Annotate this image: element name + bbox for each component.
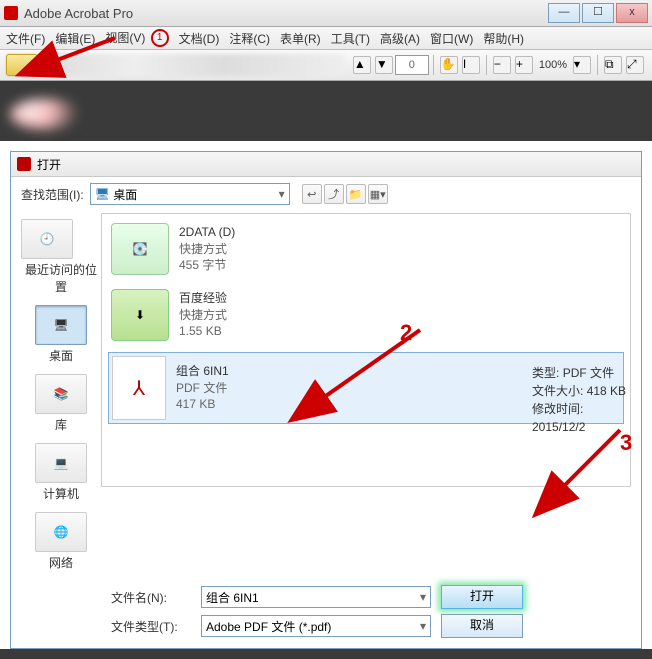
menubar: 文件(F) 编辑(E) 视图(V) 1 文档(D) 注释(C) 表单(R) 工具… [0, 27, 652, 50]
sidebar-item-label: 计算机 [43, 487, 79, 501]
filetype-combo[interactable]: Adobe PDF 文件 (*.pdf)▾ [201, 615, 431, 637]
drive-icon: 💽 [111, 223, 169, 275]
computer-icon: 💻 [54, 456, 69, 470]
libraries-icon: 📚 [54, 387, 69, 401]
sidebar-item-desktop[interactable]: 🖥 桌面 [35, 305, 87, 364]
filetype-label: 文件类型(T): [111, 618, 191, 635]
monitor-icon: 🖥 [95, 187, 110, 201]
menu-tool[interactable]: 工具(T) [331, 30, 370, 47]
misc-tool-icon[interactable]: ⧉ [604, 56, 622, 74]
filename-label: 文件名(N): [111, 589, 191, 606]
look-in-label: 查找范围(I): [21, 186, 84, 203]
file-meta: 快捷方式 [179, 241, 235, 258]
folder-icon: ⬇ [111, 289, 169, 341]
file-meta: PDF 文件 [176, 380, 229, 397]
sidebar-item-network[interactable]: 🌐 网络 [35, 512, 87, 571]
dialog-titlebar: 打开 [11, 152, 641, 177]
menu-view-wrap: 视图(V) 1 [105, 29, 168, 48]
toolbar-blurred-region [44, 54, 345, 76]
nav-down-icon[interactable]: ▼ [375, 56, 393, 74]
menu-form[interactable]: 表单(R) [280, 30, 321, 47]
file-item-drive[interactable]: 💽 2DATA (D) 快捷方式 455 字节 [108, 220, 624, 278]
chevron-down-icon: ▾ [420, 590, 426, 604]
maximize-button[interactable]: ☐ [582, 3, 614, 23]
file-list[interactable]: 💽 2DATA (D) 快捷方式 455 字节 ⬇ 百度经验 快捷方式 1.55… [101, 213, 631, 487]
sidebar-item-libraries[interactable]: 📚库 [35, 374, 87, 433]
file-item-folder[interactable]: ⬇ 百度经验 快捷方式 1.55 KB [108, 286, 624, 344]
zoom-level[interactable]: 100% [539, 59, 567, 71]
view-menu-button[interactable]: ▦▾ [368, 184, 388, 204]
document-stage [0, 81, 652, 141]
file-name: 组合 6IN1 [176, 363, 229, 380]
open-file-button[interactable] [6, 54, 38, 76]
app-title: Adobe Acrobat Pro [24, 6, 133, 21]
file-name: 百度经验 [179, 290, 227, 307]
menu-view[interactable]: 视图(V) [105, 31, 145, 45]
zoom-out-icon[interactable]: − [493, 56, 511, 74]
zoom-in-icon[interactable]: + [515, 56, 533, 74]
menu-comment[interactable]: 注释(C) [229, 30, 270, 47]
sidebar-item-label: 最近访问的位置 [25, 263, 97, 294]
file-meta: 1.55 KB [179, 323, 227, 340]
page-number-input[interactable]: 0 [395, 55, 429, 75]
menu-file[interactable]: 文件(F) [6, 30, 45, 47]
select-tool-icon[interactable]: I [462, 56, 480, 74]
separator [486, 55, 487, 75]
zoom-dropdown-icon[interactable]: ▾ [573, 56, 591, 74]
separator [597, 55, 598, 75]
chevron-down-icon: ▾ [420, 619, 426, 633]
look-in-combo[interactable]: 🖥 桌面 ▾ [90, 183, 290, 205]
back-button[interactable]: ↩ [302, 184, 322, 204]
smudge [10, 99, 80, 129]
sidebar-item-label: 桌面 [49, 349, 73, 363]
sidebar-item-recent[interactable]: 🕘 最近访问的位置 [21, 219, 101, 295]
menu-window[interactable]: 窗口(W) [430, 30, 473, 47]
sidebar-item-label: 网络 [49, 556, 73, 570]
menu-edit[interactable]: 编辑(E) [55, 30, 95, 47]
minimize-button[interactable]: — [548, 3, 580, 23]
pdf-file-icon: ⅄ [112, 356, 166, 420]
file-meta: 417 KB [176, 396, 229, 413]
toolbar: ▲ ▼ 0 ✋ I − + 100% ▾ ⧉ ⤢ [0, 50, 652, 81]
places-sidebar: 🕘最近访问的位置 🖥桌面 📚库 💻计算机 🌐网络 [21, 213, 101, 577]
up-folder-button[interactable]: ⤴ [324, 184, 344, 204]
sidebar-item-computer[interactable]: 💻 计算机 [35, 443, 87, 502]
open-button[interactable]: 打开 [441, 585, 523, 609]
separator [433, 55, 434, 75]
menu-help[interactable]: 帮助(H) [483, 30, 524, 47]
open-dialog: 打开 查找范围(I): 🖥 桌面 ▾ ↩ ⤴ 📁 ▦▾ 🕘最近 [10, 151, 642, 649]
new-folder-button[interactable]: 📁 [346, 184, 366, 204]
file-info-panel: 类型: PDF 文件 文件大小: 418 KB 修改时间: 2015/12/2 [532, 364, 630, 436]
file-meta: 455 字节 [179, 257, 235, 274]
menu-adv[interactable]: 高级(A) [380, 30, 420, 47]
hand-tool-icon[interactable]: ✋ [440, 56, 458, 74]
titlebar: Adobe Acrobat Pro — ☐ x [0, 0, 652, 27]
nav-up-icon[interactable]: ▲ [353, 56, 371, 74]
app-icon [4, 6, 18, 20]
pdf-icon [17, 157, 31, 171]
monitor-icon: 🖥 [53, 318, 68, 332]
look-in-value: 桌面 [113, 186, 137, 203]
dialog-title: 打开 [37, 156, 61, 173]
sidebar-item-label: 库 [55, 418, 67, 432]
annotation-circle-1: 1 [151, 29, 169, 47]
menu-doc[interactable]: 文档(D) [179, 30, 220, 47]
close-button[interactable]: x [616, 3, 648, 23]
cancel-button[interactable]: 取消 [441, 614, 523, 638]
recent-icon: 🕘 [40, 232, 55, 246]
file-name: 2DATA (D) [179, 224, 235, 241]
file-meta: 快捷方式 [179, 307, 227, 324]
network-icon: 🌐 [54, 525, 69, 539]
filename-input[interactable]: 组合 6IN1▾ [201, 586, 431, 608]
chevron-down-icon: ▾ [279, 187, 285, 201]
misc-tool-icon[interactable]: ⤢ [626, 56, 644, 74]
